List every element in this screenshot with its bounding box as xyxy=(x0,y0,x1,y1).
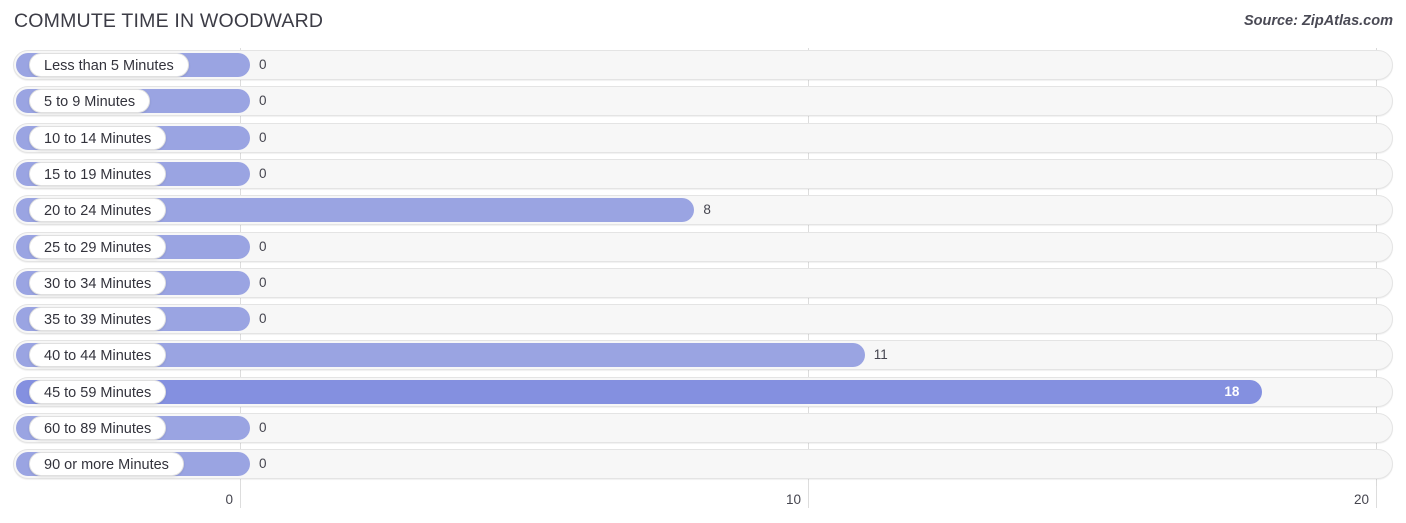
chart-plot-area: Less than 5 Minutes 0 5 to 9 Minutes 0 10 to… xyxy=(0,48,1406,486)
axis-tick-20 xyxy=(1376,486,1377,508)
bar-row[interactable]: 40 to 44 Minutes 11 xyxy=(13,340,1393,371)
bar-category-label: 20 to 24 Minutes xyxy=(29,198,167,223)
bar-value-label: 0 xyxy=(259,129,267,145)
chart-header: COMMUTE TIME IN WOODWARD Source: ZipAtla… xyxy=(0,0,1406,46)
bar-value-label: 18 xyxy=(1224,383,1240,399)
bar-row[interactable]: 45 to 59 Minutes 18 xyxy=(13,376,1393,407)
axis-tick-10 xyxy=(808,486,809,508)
axis-tick-label-10: 10 xyxy=(785,492,801,507)
bar-category-label: 5 to 9 Minutes xyxy=(29,89,151,114)
bar-category-label: 60 to 89 Minutes xyxy=(29,416,167,440)
bar-row[interactable]: 5 to 9 Minutes 0 xyxy=(13,86,1393,117)
bar-value-label: 11 xyxy=(873,347,888,363)
bar-row[interactable]: Less than 5 Minutes 0 xyxy=(13,50,1393,80)
bar-category-label: 90 or more Minutes xyxy=(29,452,184,477)
bar-value-label: 0 xyxy=(259,456,267,472)
bar-category-label: Less than 5 Minutes xyxy=(29,53,189,77)
bar-value-label: 0 xyxy=(259,238,267,254)
bar-row[interactable]: 35 to 39 Minutes 0 xyxy=(13,304,1393,335)
bar-row[interactable]: 25 to 29 Minutes 0 xyxy=(13,231,1393,262)
bar-row[interactable]: 30 to 34 Minutes 0 xyxy=(13,267,1393,298)
axis-tick-label-20: 20 xyxy=(1353,492,1369,507)
bar-category-label: 30 to 34 Minutes xyxy=(29,270,167,295)
page-title: COMMUTE TIME IN WOODWARD xyxy=(14,10,324,32)
axis-tick-label-0: 0 xyxy=(225,492,233,507)
bar-row[interactable]: 15 to 19 Minutes 0 xyxy=(13,158,1393,189)
bar-value-label: 0 xyxy=(259,420,267,435)
source-attribution: Source: ZipAtlas.com xyxy=(1243,13,1393,29)
x-axis: 0 10 20 xyxy=(0,486,1406,523)
bar-row[interactable]: 10 to 14 Minutes 0 xyxy=(13,122,1393,153)
bar-value-label: 0 xyxy=(259,274,267,290)
bar-category-label: 10 to 14 Minutes xyxy=(29,125,167,150)
bar-category-label: 45 to 59 Minutes xyxy=(29,379,167,404)
bar-row[interactable]: 20 to 24 Minutes 8 xyxy=(13,195,1393,226)
bar-value-label: 8 xyxy=(703,202,711,218)
bar-value-label: 0 xyxy=(259,93,267,109)
bar-row[interactable]: 60 to 89 Minutes 0 xyxy=(13,413,1393,443)
bar-value-label: 0 xyxy=(259,165,267,181)
bar xyxy=(16,379,1263,404)
bar-category-label: 15 to 19 Minutes xyxy=(29,161,167,186)
axis-tick-0 xyxy=(240,486,241,508)
bar-category-label: 35 to 39 Minutes xyxy=(29,307,167,332)
bar-row[interactable]: 90 or more Minutes 0 xyxy=(13,449,1393,480)
bar-category-label: 25 to 29 Minutes xyxy=(29,234,167,259)
bar-value-label: 0 xyxy=(259,311,267,327)
bar-value-label: 0 xyxy=(259,57,267,72)
bar-category-label: 40 to 44 Minutes xyxy=(29,343,167,368)
